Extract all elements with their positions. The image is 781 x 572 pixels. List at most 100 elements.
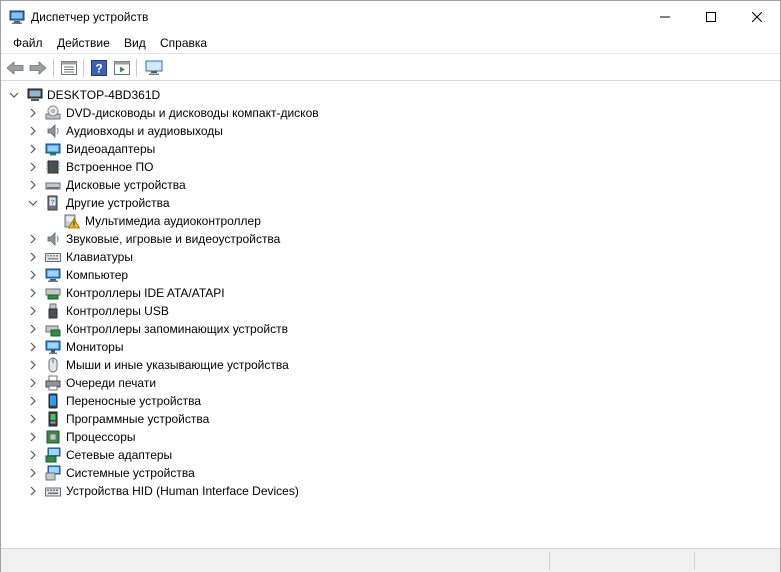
maximize-button[interactable] (688, 1, 734, 32)
tree-root[interactable]: DESKTOP-4BD361D (1, 86, 780, 104)
warning-device-icon (64, 214, 80, 229)
toolbar-separator (136, 59, 137, 77)
scan-hardware-button[interactable] (144, 58, 164, 78)
run-button[interactable] (112, 58, 132, 78)
chevron-right-icon[interactable] (27, 467, 39, 479)
dvd-drive-icon (45, 105, 61, 120)
tree-category-label: Встроенное ПО (66, 160, 154, 174)
forward-button[interactable] (28, 58, 48, 78)
menu-bar: Файл Действие Вид Справка (1, 32, 780, 54)
svg-text:?: ? (50, 200, 54, 207)
chevron-right-icon[interactable] (27, 449, 39, 461)
tree-category[interactable]: Системные устройства (1, 464, 780, 482)
chevron-right-icon[interactable] (27, 287, 39, 299)
back-icon (6, 61, 24, 75)
menu-action[interactable]: Действие (57, 35, 110, 51)
hid-icon (45, 487, 61, 497)
chevron-right-icon[interactable] (27, 431, 39, 443)
chevron-right-icon[interactable] (27, 107, 39, 119)
printer-icon (45, 375, 61, 391)
minimize-button[interactable] (642, 1, 688, 32)
tree-category-label: Устройства HID (Human Interface Devices) (66, 484, 299, 498)
tree-category-label: Аудиовходы и аудиовыходы (66, 124, 223, 138)
tree-category[interactable]: Контроллеры USB (1, 302, 780, 320)
chevron-down-icon[interactable] (27, 197, 39, 209)
tree-category[interactable]: Дисковые устройства (1, 176, 780, 194)
chevron-right-icon[interactable] (27, 143, 39, 155)
device-manager-app-icon (9, 10, 25, 24)
maximize-icon (706, 11, 716, 22)
chevron-right-icon[interactable] (27, 161, 39, 173)
tree-category[interactable]: Сетевые адаптеры (1, 446, 780, 464)
tree-category[interactable]: Очереди печати (1, 374, 780, 392)
tree-category-label: Мыши и иные указывающие устройства (66, 358, 289, 372)
chevron-right-icon[interactable] (27, 485, 39, 497)
status-divider (549, 552, 550, 570)
help-button[interactable]: ? (89, 58, 109, 78)
toolbar-separator (53, 59, 54, 77)
disk-drive-icon (45, 182, 61, 190)
status-bar (1, 548, 780, 572)
toolbar: ? (1, 55, 780, 81)
minimize-icon (660, 16, 670, 17)
close-button[interactable] (734, 1, 780, 32)
chevron-right-icon[interactable] (27, 179, 39, 191)
chevron-right-icon[interactable] (27, 359, 39, 371)
tree-category-label: Системные устройства (66, 466, 195, 480)
portable-device-icon (48, 393, 58, 409)
tree-category-label: Переносные устройства (66, 394, 202, 408)
chevron-right-icon[interactable] (27, 323, 39, 335)
chevron-right-icon[interactable] (27, 233, 39, 245)
usb-icon (48, 303, 58, 319)
tree-category[interactable]: Видеоадаптеры (1, 140, 780, 158)
tree-category[interactable]: ? Другие устройства (1, 194, 780, 212)
chevron-right-icon[interactable] (27, 341, 39, 353)
tree-category[interactable]: Устройства HID (Human Interface Devices) (1, 482, 780, 500)
tree-device[interactable]: Мультимедиа аудиоконтроллер (1, 212, 780, 230)
chevron-right-icon[interactable] (27, 251, 39, 263)
unknown-device-icon: ? (47, 195, 58, 211)
status-divider (694, 552, 695, 570)
tree-category-label: Контроллеры USB (66, 304, 169, 318)
tree-category[interactable]: Мыши и иные указывающие устройства (1, 356, 780, 374)
chevron-right-icon[interactable] (27, 125, 39, 137)
chevron-right-icon[interactable] (27, 269, 39, 281)
tree-category[interactable]: Встроенное ПО (1, 158, 780, 176)
speaker-icon (47, 124, 59, 138)
tree-category[interactable]: Программные устройства (1, 410, 780, 428)
menu-help[interactable]: Справка (160, 35, 207, 51)
properties-button[interactable] (59, 58, 79, 78)
tree-category-label: Контроллеры запоминающих устройств (66, 322, 288, 336)
chevron-right-icon[interactable] (27, 377, 39, 389)
chevron-right-icon[interactable] (27, 305, 39, 317)
back-button[interactable] (5, 58, 25, 78)
properties-icon (61, 61, 77, 75)
help-icon: ? (91, 60, 107, 76)
tree-category[interactable]: Контроллеры запоминающих устройств (1, 320, 780, 338)
tree-category-label: Компьютер (66, 268, 129, 282)
tree-category[interactable]: Звуковые, игровые и видеоустройства (1, 230, 780, 248)
tree-category[interactable]: DVD-дисководы и дисководы компакт-дисков (1, 104, 780, 122)
tree-category[interactable]: Клавиатуры (1, 248, 780, 266)
tree-category-label: Контроллеры IDE ATA/ATAPI (66, 286, 225, 300)
tree-category[interactable]: Аудиовходы и аудиовыходы (1, 122, 780, 140)
title-bar[interactable]: Диспетчер устройств (1, 1, 780, 32)
device-tree[interactable]: DESKTOP-4BD361D DVD-дисководы и дисководы… (1, 83, 780, 547)
menu-file[interactable]: Файл (13, 35, 43, 51)
tree-category[interactable]: Процессоры (1, 428, 780, 446)
tree-root-label: DESKTOP-4BD361D (47, 88, 161, 102)
tree-category[interactable]: Переносные устройства (1, 392, 780, 410)
ide-controller-icon (45, 288, 61, 300)
tree-category[interactable]: Контроллеры IDE ATA/ATAPI (1, 284, 780, 302)
monitor-icon (45, 340, 61, 354)
storage-controller-icon (45, 325, 61, 337)
chevron-down-icon[interactable] (8, 89, 20, 101)
tree-category[interactable]: Мониторы (1, 338, 780, 356)
chevron-right-icon[interactable] (27, 395, 39, 407)
tree-category-label: Программные устройства (66, 412, 210, 426)
chevron-right-icon[interactable] (27, 413, 39, 425)
tree-category[interactable]: Компьютер (1, 266, 780, 284)
menu-view[interactable]: Вид (124, 35, 146, 51)
speaker-icon (47, 232, 59, 246)
tree-category-label: Мониторы (66, 340, 124, 354)
